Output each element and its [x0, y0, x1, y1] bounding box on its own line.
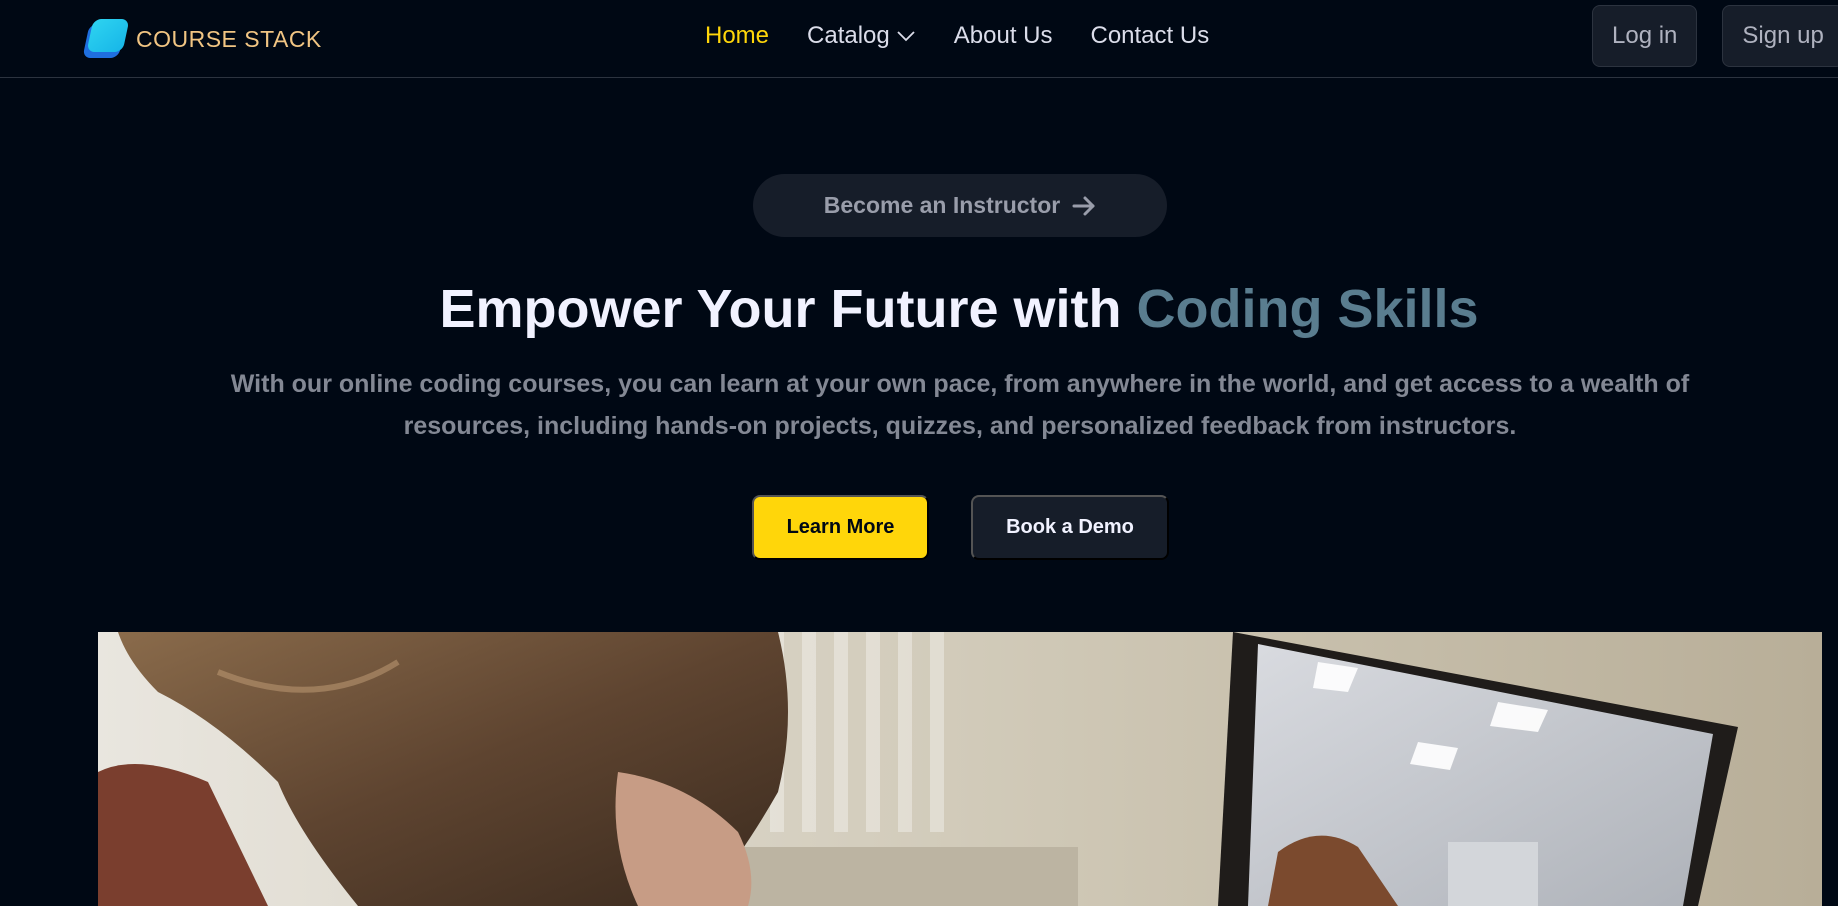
- logo-icon: [82, 18, 130, 60]
- auth-buttons: Log in Sign up: [1592, 5, 1838, 67]
- hero-subtitle: With our online coding courses, you can …: [150, 363, 1770, 447]
- hero-cta-row: Learn More Book a Demo: [752, 495, 1169, 560]
- hero-image-art: [98, 632, 1822, 906]
- nav-catalog-label: Catalog: [807, 22, 890, 49]
- signup-button[interactable]: Sign up: [1722, 5, 1838, 67]
- hero-title: Empower Your Future with Coding Skills: [0, 278, 1838, 340]
- nav-catalog[interactable]: Catalog: [807, 22, 916, 50]
- hero-subtitle-line1: With our online coding courses, you can …: [230, 370, 1690, 398]
- become-instructor-label: Become an Instructor: [823, 192, 1061, 218]
- chevron-down-icon: [897, 31, 915, 42]
- brand-name: COURSE STACK: [136, 25, 322, 52]
- top-navbar: COURSE STACK Home Catalog About Us Conta…: [0, 0, 1838, 78]
- book-demo-button[interactable]: Book a Demo: [971, 495, 1169, 560]
- logo[interactable]: COURSE STACK: [82, 18, 322, 60]
- learn-more-button[interactable]: Learn More: [752, 495, 929, 560]
- hero-title-main: Empower Your Future with: [439, 279, 1137, 339]
- hero-title-highlight: Coding Skills: [1136, 279, 1479, 339]
- nav-contact[interactable]: Contact Us: [1090, 22, 1209, 50]
- become-instructor-button[interactable]: Become an Instructor: [753, 174, 1167, 237]
- login-button[interactable]: Log in: [1592, 5, 1698, 67]
- hero-subtitle-line2: resources, including hands-on projects, …: [403, 412, 1517, 440]
- nav-home[interactable]: Home: [705, 22, 769, 50]
- arrow-right-icon: [1072, 196, 1095, 215]
- hero-video[interactable]: [98, 632, 1822, 906]
- nav-about[interactable]: About Us: [954, 22, 1053, 50]
- main-nav: Home Catalog About Us Contact Us: [705, 22, 1209, 50]
